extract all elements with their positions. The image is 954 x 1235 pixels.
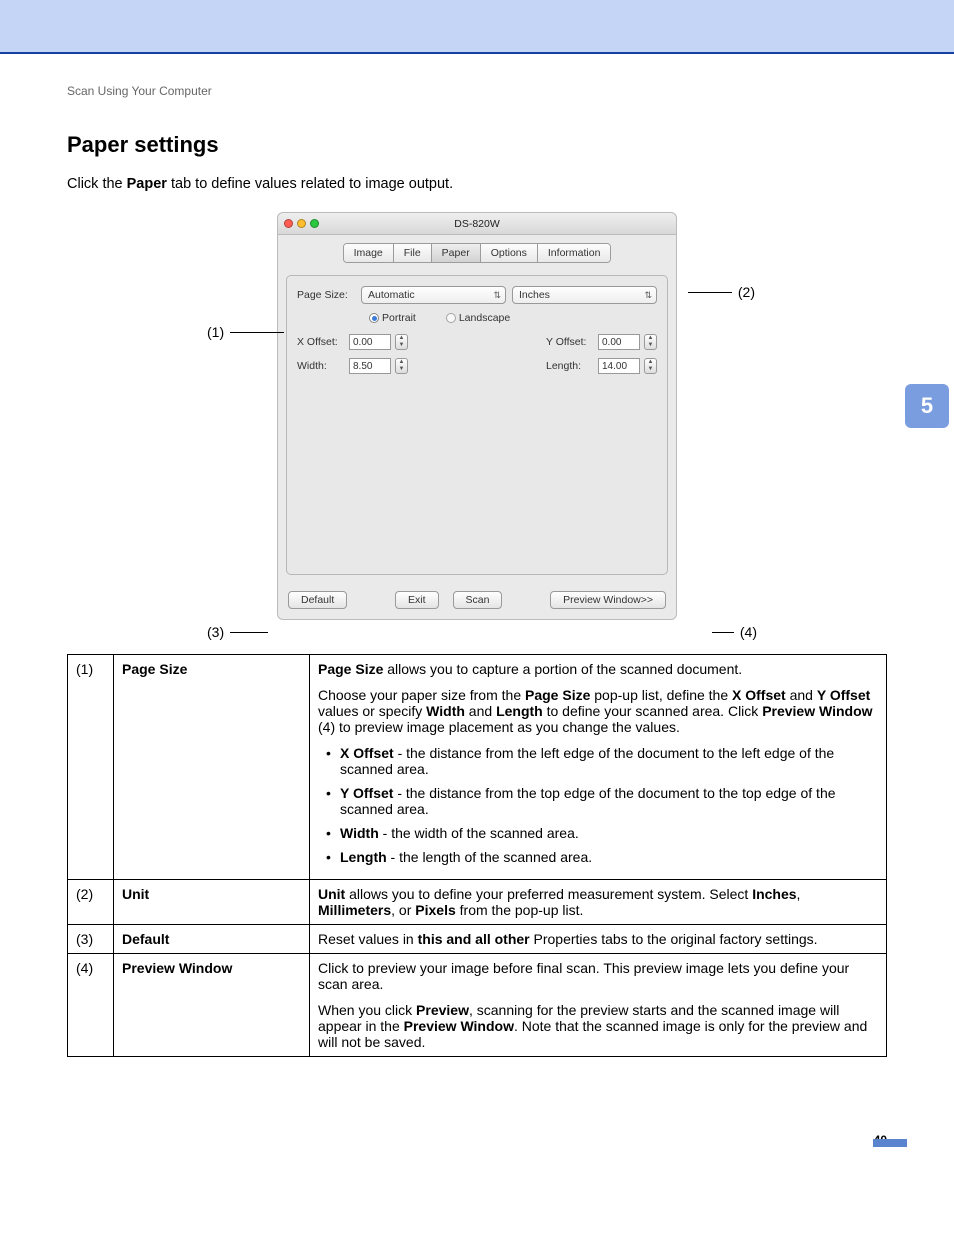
screenshot-figure: (1) (2) (3) (4) DS-820W Image File Paper…: [197, 212, 757, 620]
button-bar: Default Exit Scan Preview Window>>: [278, 585, 676, 619]
length-stepper[interactable]: ▲▼: [644, 358, 657, 374]
callout-1: (1): [207, 324, 284, 340]
table-row: (1) Page Size Page Size allows you to ca…: [68, 655, 887, 880]
page-number-accent: [873, 1139, 907, 1147]
portrait-radio[interactable]: Portrait: [369, 312, 416, 324]
callout-4: (4): [712, 624, 757, 640]
table-row: (4) Preview Window Click to preview your…: [68, 954, 887, 1057]
page-size-label: Page Size:: [297, 289, 355, 301]
width-field: Width: 8.50 ▲▼: [297, 358, 408, 374]
preview-window-button[interactable]: Preview Window>>: [550, 591, 666, 609]
x-offset-stepper[interactable]: ▲▼: [395, 334, 408, 350]
scan-button[interactable]: Scan: [453, 591, 503, 609]
breadcrumb: Scan Using Your Computer: [67, 84, 887, 98]
exit-button[interactable]: Exit: [395, 591, 439, 609]
width-stepper[interactable]: ▲▼: [395, 358, 408, 374]
page-header-bar: [0, 0, 954, 54]
paper-panel: Page Size: Automatic ⇅ Inches ⇅ Portrait…: [286, 275, 668, 575]
intro-text: Click the Paper tab to define values rel…: [67, 176, 887, 192]
width-input[interactable]: 8.50: [349, 358, 391, 374]
description-table: (1) Page Size Page Size allows you to ca…: [67, 654, 887, 1057]
y-offset-field: Y Offset: 0.00 ▲▼: [546, 334, 657, 350]
default-button[interactable]: Default: [288, 591, 347, 609]
titlebar: DS-820W: [278, 213, 676, 235]
page-size-select[interactable]: Automatic ⇅: [361, 286, 506, 304]
landscape-radio[interactable]: Landscape: [446, 312, 510, 324]
length-field: Length: 14.00 ▲▼: [546, 358, 657, 374]
chapter-tab: 5: [905, 384, 949, 428]
table-row: (3) Default Reset values in this and all…: [68, 925, 887, 954]
callout-3: (3): [207, 624, 268, 640]
page-title: Paper settings: [67, 132, 887, 158]
table-row: (2) Unit Unit allows you to define your …: [68, 880, 887, 925]
tab-options[interactable]: Options: [481, 244, 538, 262]
tab-paper[interactable]: Paper: [432, 244, 481, 262]
tab-image[interactable]: Image: [344, 244, 394, 262]
tab-bar: Image File Paper Options Information: [278, 235, 676, 269]
unit-select[interactable]: Inches ⇅: [512, 286, 657, 304]
y-offset-input[interactable]: 0.00: [598, 334, 640, 350]
window-title: DS-820W: [278, 218, 676, 230]
dialog-window: DS-820W Image File Paper Options Informa…: [277, 212, 677, 620]
callout-2: (2): [688, 284, 755, 300]
x-offset-input[interactable]: 0.00: [349, 334, 391, 350]
y-offset-stepper[interactable]: ▲▼: [644, 334, 657, 350]
tab-information[interactable]: Information: [538, 244, 611, 262]
tab-file[interactable]: File: [394, 244, 432, 262]
x-offset-field: X Offset: 0.00 ▲▼: [297, 334, 408, 350]
chevron-updown-icon: ⇅: [493, 290, 501, 301]
length-input[interactable]: 14.00: [598, 358, 640, 374]
chevron-updown-icon: ⇅: [644, 290, 652, 301]
